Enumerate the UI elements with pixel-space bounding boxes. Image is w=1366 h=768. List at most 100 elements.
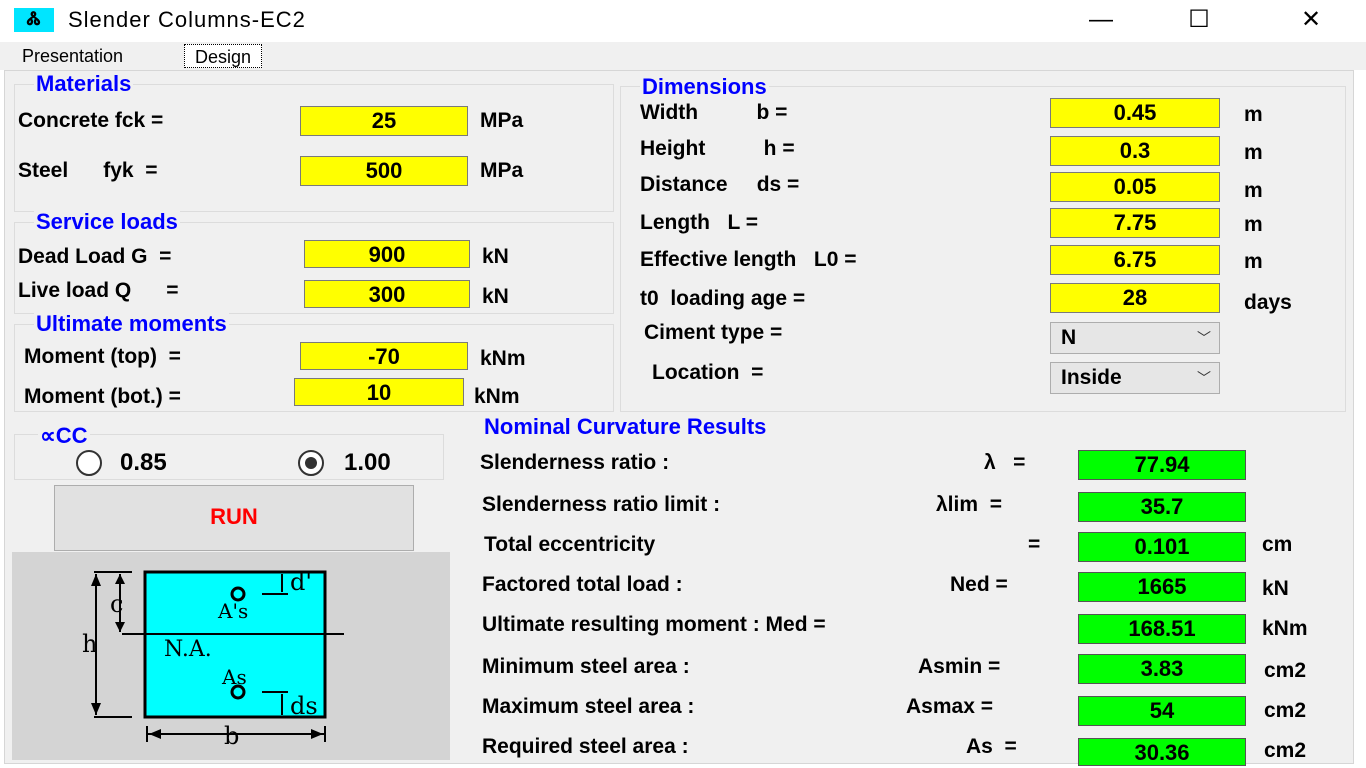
d-prime-label: d': [290, 568, 312, 596]
steel-label: Steel fyk =: [18, 159, 158, 182]
min-steel-output: 3.83: [1078, 654, 1246, 684]
effective-length-input[interactable]: 6.75: [1050, 245, 1220, 275]
window-title: Slender Columns-EC2: [68, 7, 306, 32]
concrete-label: Concrete fck =: [18, 109, 164, 132]
service-loads-title: Service loads: [34, 209, 180, 234]
alpha-100-radio[interactable]: [298, 450, 324, 476]
height-input[interactable]: 0.3: [1050, 136, 1220, 166]
concrete-fck-input[interactable]: 25: [300, 106, 468, 136]
ds-label: ds: [290, 692, 318, 720]
live-load-input[interactable]: 300: [304, 280, 470, 308]
dead-load-input[interactable]: 900: [304, 240, 470, 268]
max-steel-unit: cm2: [1264, 699, 1307, 722]
loading-age-label: t0 loading age =: [640, 287, 806, 310]
alpha-cc-title: ∝CC: [38, 423, 90, 448]
ciment-type-value: N: [1061, 326, 1077, 349]
close-button[interactable]: ✕: [1266, 2, 1356, 38]
moment-top-input[interactable]: -70: [300, 342, 468, 370]
moment-top-label: Moment (top) =: [24, 345, 181, 368]
run-button[interactable]: RUN: [54, 485, 414, 551]
alpha-085-label: 0.85: [120, 449, 167, 476]
chevron-down-icon: ﹀: [1197, 370, 1211, 386]
ultimate-moment-unit: kNm: [1262, 617, 1308, 640]
factored-load-output: 1665: [1078, 572, 1246, 602]
as-prime-label: A's: [217, 599, 248, 623]
results-title: Nominal Curvature Results: [482, 414, 769, 439]
loading-age-unit: days: [1244, 291, 1292, 314]
alpha-085-radio[interactable]: [76, 450, 102, 476]
live-load-unit: kN: [482, 285, 509, 308]
dimensions-title: Dimensions: [640, 74, 769, 99]
location-select[interactable]: Inside ﹀: [1050, 362, 1220, 394]
concrete-unit: MPa: [480, 109, 524, 132]
slenderness-limit-output: 35.7: [1078, 492, 1246, 522]
slenderness-symbol: λ =: [984, 451, 1026, 474]
slenderness-limit-label: Slenderness ratio limit :: [482, 493, 721, 516]
ultimate-moments-title: Ultimate moments: [34, 311, 229, 336]
required-steel-label: Required steel area :: [482, 735, 689, 758]
width-unit: m: [1244, 103, 1263, 126]
max-steel-symbol: Asmax =: [906, 695, 993, 718]
location-value: Inside: [1061, 366, 1122, 389]
height-label: Height h =: [640, 137, 795, 160]
max-steel-output: 54: [1078, 696, 1246, 726]
width-label: Width b =: [640, 101, 788, 124]
distance-input[interactable]: 0.05: [1050, 172, 1220, 202]
ultimate-moment-output: 168.51: [1078, 614, 1246, 644]
max-steel-label: Maximum steel area :: [482, 695, 695, 718]
factored-load-symbol: Ned =: [950, 573, 1008, 596]
steel-fyk-input[interactable]: 500: [300, 156, 468, 186]
minimize-button[interactable]: —: [1056, 2, 1146, 38]
tab-presentation[interactable]: Presentation: [12, 44, 134, 68]
distance-label: Distance ds =: [640, 173, 800, 196]
moment-bot-label: Moment (bot.) =: [24, 385, 181, 408]
ciment-type-label: Ciment type =: [644, 321, 783, 344]
total-eccentricity-output: 0.101: [1078, 532, 1246, 562]
length-label: Length L =: [640, 211, 759, 234]
location-label: Location =: [652, 361, 764, 384]
app-icon: Ꮬ: [14, 8, 54, 32]
tab-design[interactable]: Design: [184, 44, 263, 68]
maximize-button[interactable]: ☐: [1154, 2, 1244, 38]
slenderness-label: Slenderness ratio :: [480, 451, 670, 474]
c-label: c: [110, 590, 123, 618]
ciment-type-select[interactable]: N ﹀: [1050, 322, 1220, 354]
materials-title: Materials: [34, 71, 134, 96]
distance-unit: m: [1244, 179, 1263, 202]
alpha-100-label: 1.00: [344, 449, 391, 476]
loading-age-input[interactable]: 28: [1050, 283, 1220, 313]
as-label: As: [221, 665, 247, 689]
materials-group: [14, 84, 614, 212]
moment-bot-input[interactable]: 10: [294, 378, 464, 406]
steel-unit: MPa: [480, 159, 524, 182]
dead-load-label: Dead Load G =: [18, 245, 172, 268]
na-label: N.A.: [164, 637, 212, 662]
effective-length-unit: m: [1244, 250, 1263, 273]
width-input[interactable]: 0.45: [1050, 98, 1220, 128]
b-label: b: [224, 722, 239, 750]
length-input[interactable]: 7.75: [1050, 208, 1220, 238]
min-steel-symbol: Asmin =: [918, 655, 1001, 678]
h-label: h: [82, 630, 97, 658]
required-steel-unit: cm2: [1264, 739, 1307, 762]
total-eccentricity-symbol: =: [1028, 533, 1041, 556]
radio-selected-dot: [305, 457, 317, 469]
required-steel-output: 30.36: [1078, 738, 1246, 766]
effective-length-label: Effective length L0 =: [640, 248, 857, 271]
moment-top-unit: kNm: [480, 347, 526, 370]
live-load-label: Live load Q =: [18, 279, 179, 302]
required-steel-symbol: As =: [966, 735, 1017, 758]
dead-load-unit: kN: [482, 245, 509, 268]
min-steel-label: Minimum steel area :: [482, 655, 690, 678]
chevron-down-icon: ﹀: [1197, 330, 1211, 346]
height-unit: m: [1244, 141, 1263, 164]
slenderness-limit-symbol: λlim =: [936, 493, 1002, 516]
min-steel-unit: cm2: [1264, 659, 1307, 682]
ultimate-moment-label: Ultimate resulting moment : Med =: [482, 613, 826, 636]
total-eccentricity-unit: cm: [1262, 533, 1293, 556]
length-unit: m: [1244, 213, 1263, 236]
title-bar: Ꮬ Slender Columns-EC2 — ☐ ✕: [0, 0, 1366, 42]
factored-load-label: Factored total load :: [482, 573, 683, 596]
moment-bot-unit: kNm: [474, 385, 520, 408]
factored-load-unit: kN: [1262, 577, 1289, 600]
